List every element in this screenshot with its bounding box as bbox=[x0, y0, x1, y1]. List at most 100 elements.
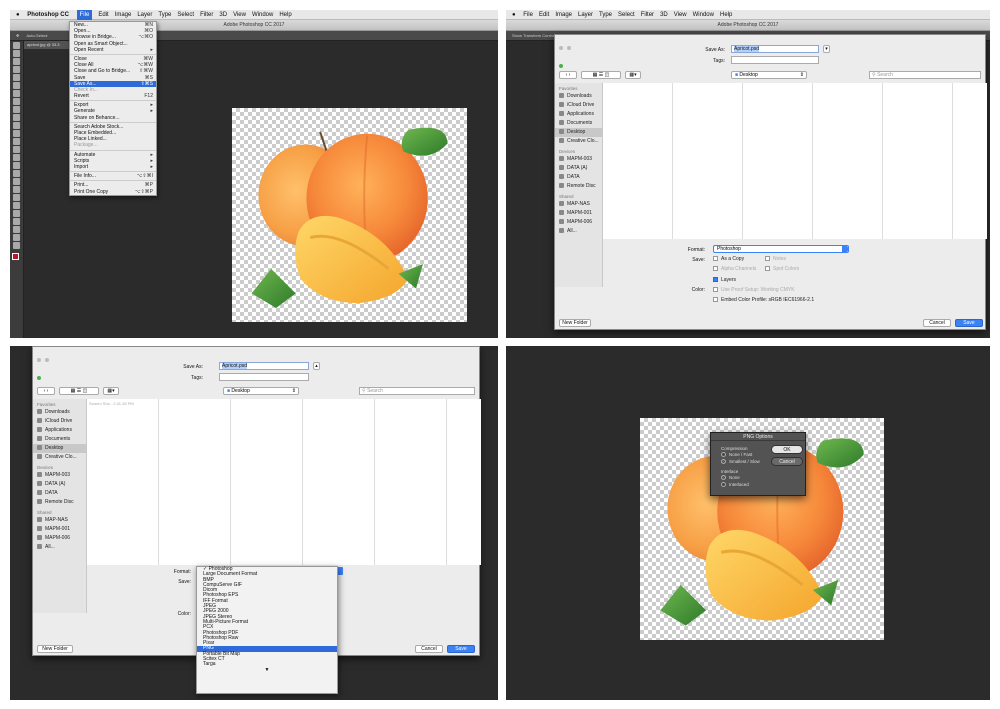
sidebar-item[interactable]: MAPM-003 bbox=[33, 471, 86, 480]
save-as-input[interactable]: Apricot.psd bbox=[731, 45, 819, 53]
tool-icon[interactable] bbox=[13, 218, 20, 225]
ok-button[interactable]: OK bbox=[771, 445, 803, 454]
tool-icon[interactable] bbox=[13, 58, 20, 65]
interlace-none-radio[interactable]: None bbox=[721, 475, 740, 480]
sidebar-item[interactable]: Documents bbox=[555, 119, 602, 128]
menu-filter[interactable]: Filter bbox=[641, 10, 654, 20]
location-popup[interactable]: ■ Desktop ⇕ bbox=[731, 71, 807, 79]
sidebar-item[interactable]: Applications bbox=[33, 426, 86, 435]
embed-profile-checkbox[interactable]: Embed Color Profile: sRGB IEC61966-2.1 bbox=[713, 297, 814, 303]
layers-checkbox[interactable]: Layers bbox=[713, 277, 736, 283]
view-mode-buttons[interactable]: ▦ ☰ ◫ bbox=[581, 71, 621, 79]
tool-icon[interactable] bbox=[13, 154, 20, 161]
sidebar-item[interactable]: DATA (A) bbox=[555, 164, 602, 173]
tool-icon[interactable] bbox=[13, 82, 20, 89]
menu-edit[interactable]: Edit bbox=[98, 10, 108, 20]
menu-view[interactable]: View bbox=[674, 10, 687, 20]
menu-type[interactable]: Type bbox=[158, 10, 171, 20]
menu-window[interactable]: Window bbox=[252, 10, 273, 20]
cancel-button[interactable]: Cancel bbox=[771, 457, 803, 466]
sidebar-item[interactable]: Downloads bbox=[555, 92, 602, 101]
menu-type[interactable]: Type bbox=[599, 10, 612, 20]
tool-icon[interactable] bbox=[13, 162, 20, 169]
tool-icon[interactable] bbox=[13, 226, 20, 233]
apple-icon[interactable]: ● bbox=[16, 10, 20, 20]
tool-icon[interactable] bbox=[13, 202, 20, 209]
sidebar-item[interactable]: DATA bbox=[33, 489, 86, 498]
proof-setup-checkbox[interactable]: Use Proof Setup: Working CMYK bbox=[713, 287, 795, 293]
menu-layer[interactable]: Layer bbox=[578, 10, 593, 20]
file-menu-item[interactable]: Open Recent ▸ bbox=[70, 47, 156, 53]
sidebar-item[interactable]: All... bbox=[555, 227, 602, 236]
tool-icon[interactable] bbox=[13, 106, 20, 113]
location-popup[interactable]: ■ Desktop ⇕ bbox=[223, 387, 299, 395]
file-menu-item[interactable]: File Info... ⌥⇧⌘I bbox=[70, 173, 156, 179]
app-menu[interactable]: Photoshop CC bbox=[27, 10, 69, 20]
tags-input[interactable] bbox=[219, 373, 309, 381]
notes-checkbox[interactable]: Notes bbox=[765, 256, 786, 262]
cancel-button[interactable]: Cancel bbox=[415, 645, 443, 653]
tags-input[interactable] bbox=[731, 56, 819, 64]
sidebar-item[interactable]: Creative Clo... bbox=[555, 137, 602, 146]
new-folder-button[interactable]: New Folder bbox=[559, 319, 591, 327]
menu-filter[interactable]: Filter bbox=[200, 10, 213, 20]
sidebar-item[interactable]: iCloud Drive bbox=[33, 417, 86, 426]
sidebar-item[interactable]: Desktop bbox=[33, 444, 86, 453]
search-field[interactable]: ⚲ Search bbox=[359, 387, 475, 395]
arrange-button[interactable]: ▦▾ bbox=[625, 71, 641, 79]
as-a-copy-checkbox[interactable]: As a Copy bbox=[713, 256, 744, 262]
tool-icon[interactable] bbox=[13, 194, 20, 201]
menu-select[interactable]: Select bbox=[618, 10, 635, 20]
file-menu-item[interactable]: Print One Copy ⌥⇧⌘P bbox=[70, 189, 156, 195]
file-menu-item[interactable]: Import ▸ bbox=[70, 164, 156, 170]
sidebar-item[interactable]: Documents bbox=[33, 435, 86, 444]
tool-icon[interactable] bbox=[13, 186, 20, 193]
new-folder-button[interactable]: New Folder bbox=[37, 645, 73, 653]
menu-edit[interactable]: Edit bbox=[539, 10, 549, 20]
menu-image[interactable]: Image bbox=[555, 10, 572, 20]
file-item[interactable]: Screen Sho...2.01.28 PM bbox=[87, 399, 158, 408]
tool-icon[interactable] bbox=[13, 138, 20, 145]
tool-icon[interactable] bbox=[13, 50, 20, 57]
view-mode-buttons[interactable]: ▦ ☰ ◫ bbox=[59, 387, 99, 395]
file-browser[interactable] bbox=[603, 83, 987, 239]
tool-icon[interactable] bbox=[13, 170, 20, 177]
expand-dialog-button[interactable]: ▾ bbox=[823, 45, 830, 53]
compression-fast-radio[interactable]: None / Fast bbox=[721, 452, 752, 457]
file-browser[interactable]: Screen Sho...2.01.28 PM bbox=[87, 399, 481, 565]
file-menu-item[interactable]: Share on Behance... bbox=[70, 115, 156, 121]
sidebar-item[interactable]: Downloads bbox=[33, 408, 86, 417]
tool-icon[interactable] bbox=[13, 234, 20, 241]
save-as-input[interactable]: Apricot.psd bbox=[219, 362, 309, 370]
sidebar-item[interactable]: DATA (A) bbox=[33, 480, 86, 489]
tool-icon[interactable] bbox=[13, 242, 20, 249]
sidebar-item[interactable]: iCloud Drive bbox=[555, 101, 602, 110]
sidebar-item[interactable]: Desktop bbox=[555, 128, 602, 137]
menu-help[interactable]: Help bbox=[279, 10, 291, 20]
sidebar-item[interactable]: DATA bbox=[555, 173, 602, 182]
menu-help[interactable]: Help bbox=[720, 10, 732, 20]
sidebar-item[interactable]: Remote Disc bbox=[33, 498, 86, 507]
tool-icon[interactable] bbox=[13, 74, 20, 81]
tool-icon[interactable] bbox=[13, 114, 20, 121]
menu-window[interactable]: Window bbox=[693, 10, 714, 20]
save-button[interactable]: Save bbox=[447, 645, 475, 653]
menu-image[interactable]: Image bbox=[115, 10, 132, 20]
tool-icon[interactable] bbox=[13, 42, 20, 49]
back-forward-buttons[interactable]: ‹ › bbox=[37, 387, 55, 395]
save-button[interactable]: Save bbox=[955, 319, 983, 327]
foreground-color-swatch[interactable] bbox=[12, 253, 19, 260]
sidebar-item[interactable]: Remote Disc bbox=[555, 182, 602, 191]
sidebar-item[interactable]: MAPM-003 bbox=[555, 155, 602, 164]
arrange-button[interactable]: ▦▾ bbox=[103, 387, 119, 395]
back-forward-buttons[interactable]: ‹ › bbox=[559, 71, 577, 79]
sidebar-item[interactable]: All... bbox=[33, 543, 86, 552]
menu-layer[interactable]: Layer bbox=[137, 10, 152, 20]
tool-icon[interactable] bbox=[13, 130, 20, 137]
sidebar-item[interactable]: Applications bbox=[555, 110, 602, 119]
move-tool-icon[interactable]: ✥ bbox=[16, 33, 19, 38]
tool-icon[interactable] bbox=[13, 178, 20, 185]
show-transform-label[interactable]: Show Transform Controls bbox=[512, 33, 557, 38]
tool-icon[interactable] bbox=[13, 210, 20, 217]
apple-icon[interactable]: ● bbox=[512, 10, 516, 20]
